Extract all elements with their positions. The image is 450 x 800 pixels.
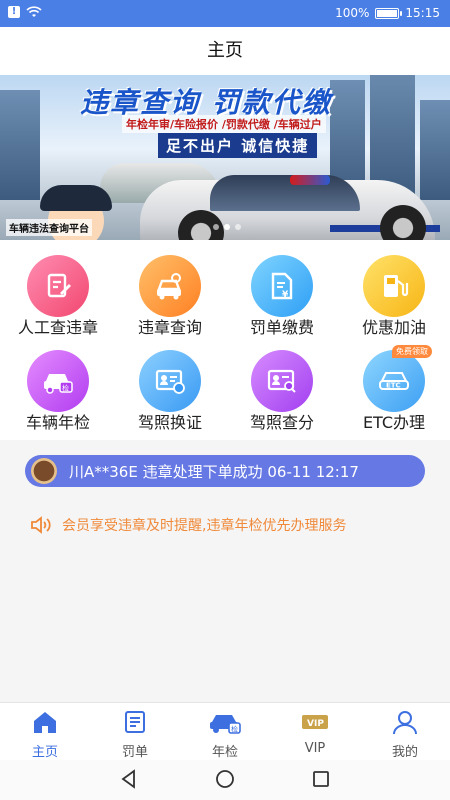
service-annual-inspection[interactable]: 检 车辆年检 <box>2 335 114 432</box>
bill-yuan-icon: ¥ <box>251 255 313 317</box>
service-license-renewal[interactable]: 驾照换证 <box>114 335 226 432</box>
banner-slogan: 足不出户 诚信快捷 <box>158 133 318 158</box>
service-ticket-payment[interactable]: ¥ 罚单缴费 <box>226 240 338 337</box>
alert-icon: ! <box>8 6 20 18</box>
carousel-indicator[interactable] <box>213 224 241 230</box>
banner-caption: 车辆违法查询平台 <box>6 219 92 236</box>
service-discount-fuel[interactable]: 优惠加油 <box>338 240 450 337</box>
free-badge: 免费领取 <box>392 345 432 358</box>
svg-text:检: 检 <box>231 725 238 734</box>
edit-document-icon <box>27 255 89 317</box>
tab-label: 主页 <box>31 745 58 760</box>
service-etc[interactable]: ETC 免费领取 ETC办理 <box>338 335 450 432</box>
wifi-icon <box>26 6 42 17</box>
car-inspection-icon: 检 <box>27 350 89 412</box>
tab-home[interactable]: 主页 <box>10 709 80 760</box>
vip-icon: VIP <box>302 715 328 729</box>
car-search-icon <box>139 255 201 317</box>
promo-banner[interactable]: 违章查询 罚款代缴 年检年审/车险报价 /罚款代缴 /车辆过户 足不出户 诚信快… <box>0 75 450 240</box>
speaker-icon <box>31 516 51 534</box>
police-light-icon <box>290 175 330 185</box>
carousel-dot[interactable] <box>224 224 230 230</box>
banner-subtitle: 年检年审/车险报价 /罚款代缴 /车辆过户 <box>122 115 326 133</box>
bottom-tab-bar: 主页 罚单 检 年检 VIP VIP 我的 <box>0 702 450 760</box>
service-grid: 人工查违章 违章查询 ¥ 罚单缴费 优惠加油 检 车辆年检 驾照换证 驾照查分 … <box>0 240 450 440</box>
tab-label: 年检 <box>211 745 238 760</box>
carousel-dot[interactable] <box>213 224 219 230</box>
status-bar: ! 100% 15:15 <box>0 0 450 27</box>
home-button-icon[interactable] <box>214 768 236 790</box>
service-license-points-query[interactable]: 驾照查分 <box>226 335 338 432</box>
battery-icon <box>375 7 403 19</box>
service-label: 车辆年检 <box>25 413 90 432</box>
tab-label: 罚单 <box>121 745 148 760</box>
back-icon[interactable] <box>118 768 140 790</box>
service-label: ETC办理 <box>362 413 426 432</box>
home-icon <box>34 712 56 733</box>
tab-vip[interactable]: VIP VIP <box>280 709 350 756</box>
tab-label: VIP <box>304 741 326 756</box>
etc-car-icon: ETC <box>363 350 425 412</box>
license-points-icon <box>251 350 313 412</box>
member-tip[interactable]: 会员享受违章及时提醒,违章年检优先办理服务 <box>30 515 346 535</box>
service-label: 驾照换证 <box>137 413 202 432</box>
notice-text: 川A**36E 违章处理下单成功 06-11 12:17 <box>69 462 359 481</box>
clock: 15:15 <box>405 6 440 20</box>
car-check-icon: 检 <box>210 715 241 734</box>
service-label: 驾照查分 <box>249 413 314 432</box>
carousel-dot[interactable] <box>235 224 241 230</box>
svg-text:ETC: ETC <box>386 382 401 390</box>
svg-text:VIP: VIP <box>307 719 324 729</box>
avatar <box>31 458 57 484</box>
order-notice-ticker[interactable]: 川A**36E 违章处理下单成功 06-11 12:17 <box>25 455 425 487</box>
tab-inspection[interactable]: 检 年检 <box>190 709 260 760</box>
license-renew-icon <box>139 350 201 412</box>
service-manual-violation-check[interactable]: 人工查违章 <box>2 240 114 337</box>
fuel-pump-icon <box>363 255 425 317</box>
page-title: 主页 <box>0 27 450 75</box>
tip-text: 会员享受违章及时提醒,违章年检优先办理服务 <box>62 518 347 534</box>
tab-ticket[interactable]: 罚单 <box>100 709 170 760</box>
battery-percent: 100% <box>335 6 370 20</box>
recents-icon[interactable] <box>310 768 332 790</box>
tab-me[interactable]: 我的 <box>370 709 440 760</box>
user-icon <box>393 711 417 735</box>
svg-text:¥: ¥ <box>282 290 289 300</box>
svg-text:检: 检 <box>62 384 69 393</box>
tab-label: 我的 <box>391 745 418 760</box>
ticket-icon <box>125 711 145 733</box>
service-violation-query[interactable]: 违章查询 <box>114 240 226 337</box>
system-nav-bar <box>0 760 450 800</box>
